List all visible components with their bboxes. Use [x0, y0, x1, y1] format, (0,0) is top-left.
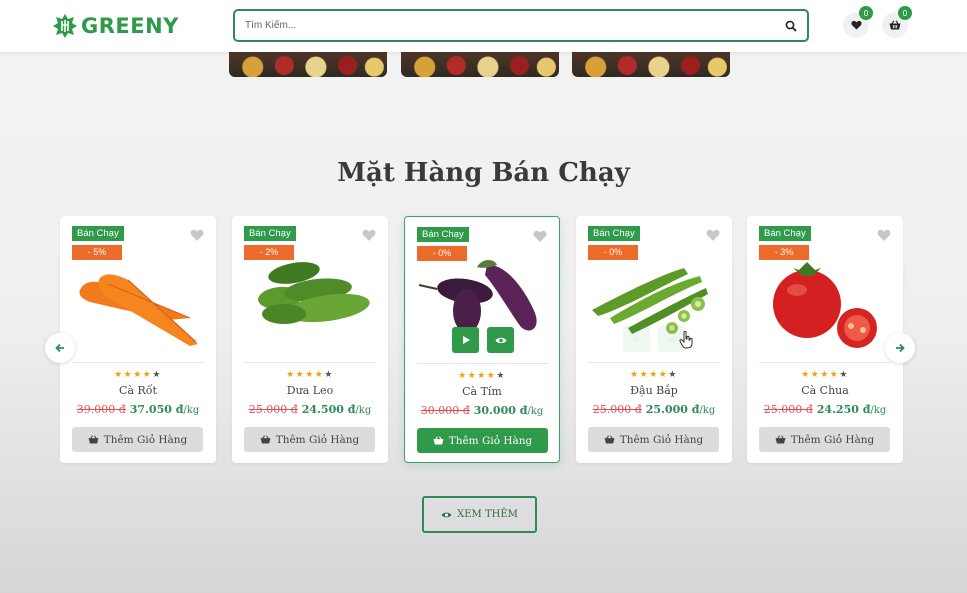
divider — [244, 362, 376, 363]
add-to-cart-button[interactable]: Thêm Giỏ Hàng — [244, 427, 375, 452]
carousel-prev-button[interactable] — [45, 333, 75, 363]
logo-leaf-icon — [53, 14, 77, 38]
add-to-cart-label: Thêm Giỏ Hàng — [619, 433, 704, 446]
new-price: 30.000 đ — [473, 404, 528, 417]
arrow-right-icon — [896, 343, 905, 353]
star-rating: ★★★★★ — [630, 370, 678, 380]
product-name[interactable]: Cà Rốt — [60, 384, 216, 397]
carousel-next-button[interactable] — [885, 333, 915, 363]
divider — [588, 362, 720, 363]
arrow-left-icon — [55, 343, 64, 353]
heart-icon — [850, 20, 862, 30]
cart-count-badge: 0 — [898, 6, 912, 20]
price-unit: /kg — [699, 405, 716, 416]
add-to-cart-label: Thêm Giỏ Hàng — [275, 433, 360, 446]
product-price: 25.000 đ 24.500 đ/kg — [232, 403, 388, 416]
heart-icon[interactable] — [706, 228, 720, 242]
add-to-cart-label: Thêm Giỏ Hàng — [103, 433, 188, 446]
header: GREENY 0 0 — [0, 0, 967, 52]
star-rating: ★★★★★ — [801, 370, 849, 380]
basket-icon — [433, 436, 444, 445]
basket-icon — [889, 20, 901, 30]
divider — [72, 362, 204, 363]
search-input[interactable] — [235, 11, 765, 40]
add-to-cart-label: Thêm Giỏ Hàng — [448, 434, 533, 447]
add-to-cart-button[interactable]: Thêm Giỏ Hàng — [759, 427, 890, 452]
product-image[interactable] — [244, 248, 376, 358]
star-rating: ★★★★★ — [458, 371, 506, 381]
bestseller-badge: Bán Chạy — [72, 226, 124, 241]
product-card[interactable]: Bán Chạy - 2% ★★★★★ Dưa Leo 25.000 đ 24.5… — [232, 216, 388, 463]
add-to-cart-label: Thêm Giỏ Hàng — [790, 433, 875, 446]
eye-icon — [495, 337, 506, 343]
section-title: Mặt Hàng Bán Chạy — [337, 158, 630, 188]
add-to-cart-button[interactable]: Thêm Giỏ Hàng — [72, 427, 203, 452]
quick-view-video-button[interactable] — [623, 326, 650, 352]
product-name[interactable]: Đậu Bắp — [576, 384, 732, 397]
view-more-button[interactable]: XEM THÊM — [422, 496, 537, 533]
star-rating: ★★★★★ — [114, 370, 162, 380]
basket-icon — [604, 435, 615, 444]
add-to-cart-button[interactable]: Thêm Giỏ Hàng — [588, 427, 719, 452]
product-card[interactable]: Bán Chạy - 3% ★★★★★ Cà Chua 25.000 đ 24.2… — [747, 216, 903, 463]
divider — [417, 363, 549, 364]
quick-view-video-button[interactable] — [452, 327, 479, 353]
price-unit: /kg — [355, 405, 372, 416]
logo-text: GREENY — [81, 14, 179, 38]
bestseller-badge: Bán Chạy — [244, 226, 296, 241]
product-price: 39.000 đ 37.050 đ/kg — [60, 403, 216, 416]
new-price: 25.000 đ — [645, 403, 700, 416]
eye-icon — [666, 336, 677, 342]
product-name[interactable]: Dưa Leo — [232, 384, 388, 397]
new-price: 37.050 đ — [129, 403, 184, 416]
price-unit: /kg — [527, 406, 544, 417]
new-price: 24.500 đ — [301, 403, 356, 416]
view-more-label: XEM THÊM — [457, 509, 518, 520]
search-icon[interactable] — [785, 20, 797, 32]
new-price: 24.250 đ — [816, 403, 871, 416]
quick-actions — [405, 327, 559, 353]
search-bar — [233, 9, 809, 42]
hand-cursor-icon — [679, 331, 693, 349]
wishlist-button[interactable]: 0 — [843, 6, 873, 38]
divider — [759, 362, 891, 363]
play-icon — [633, 335, 641, 343]
product-card[interactable]: Bán Chạy - 5% ★★★★★ Cà Rốt 39.000 đ 37.05… — [60, 216, 216, 463]
product-card[interactable]: Bán Chạy - 0% ★★★★★ Cà Tím 30.000 đ 30.00… — [404, 216, 560, 463]
old-price: 25.000 đ — [248, 403, 298, 416]
product-name[interactable]: Cà Chua — [747, 384, 903, 397]
product-image[interactable] — [72, 248, 204, 358]
basket-icon — [88, 435, 99, 444]
heart-icon[interactable] — [190, 228, 204, 242]
star-rating: ★★★★★ — [286, 370, 334, 380]
product-price: 30.000 đ 30.000 đ/kg — [405, 404, 559, 417]
add-to-cart-button[interactable]: Thêm Giỏ Hàng — [417, 428, 548, 453]
quick-actions — [576, 326, 732, 352]
quick-view-button[interactable] — [487, 327, 514, 353]
price-unit: /kg — [870, 405, 887, 416]
product-price: 25.000 đ 24.250 đ/kg — [747, 403, 903, 416]
product-price: 25.000 đ 25.000 đ/kg — [576, 403, 732, 416]
wishlist-count-badge: 0 — [859, 6, 873, 20]
old-price: 30.000 đ — [420, 404, 470, 417]
heart-icon[interactable] — [362, 228, 376, 242]
product-image[interactable] — [759, 248, 891, 358]
bestseller-badge: Bán Chạy — [417, 227, 469, 242]
play-icon — [462, 336, 470, 344]
price-unit: /kg — [183, 405, 200, 416]
basket-icon — [775, 435, 786, 444]
old-price: 25.000 đ — [592, 403, 642, 416]
bestseller-badge: Bán Chạy — [588, 226, 640, 241]
bestseller-badge: Bán Chạy — [759, 226, 811, 241]
product-card[interactable]: Bán Chạy - 0% ★★★★★ Đậu Bắp 25.000 đ 25.0… — [576, 216, 732, 463]
heart-icon[interactable] — [533, 229, 547, 243]
cart-button[interactable]: 0 — [882, 6, 912, 38]
logo[interactable]: GREENY — [51, 11, 179, 41]
old-price: 39.000 đ — [76, 403, 126, 416]
heart-icon[interactable] — [877, 228, 891, 242]
basket-icon — [260, 435, 271, 444]
old-price: 25.000 đ — [763, 403, 813, 416]
product-name[interactable]: Cà Tím — [405, 385, 559, 398]
eye-icon — [441, 512, 452, 517]
